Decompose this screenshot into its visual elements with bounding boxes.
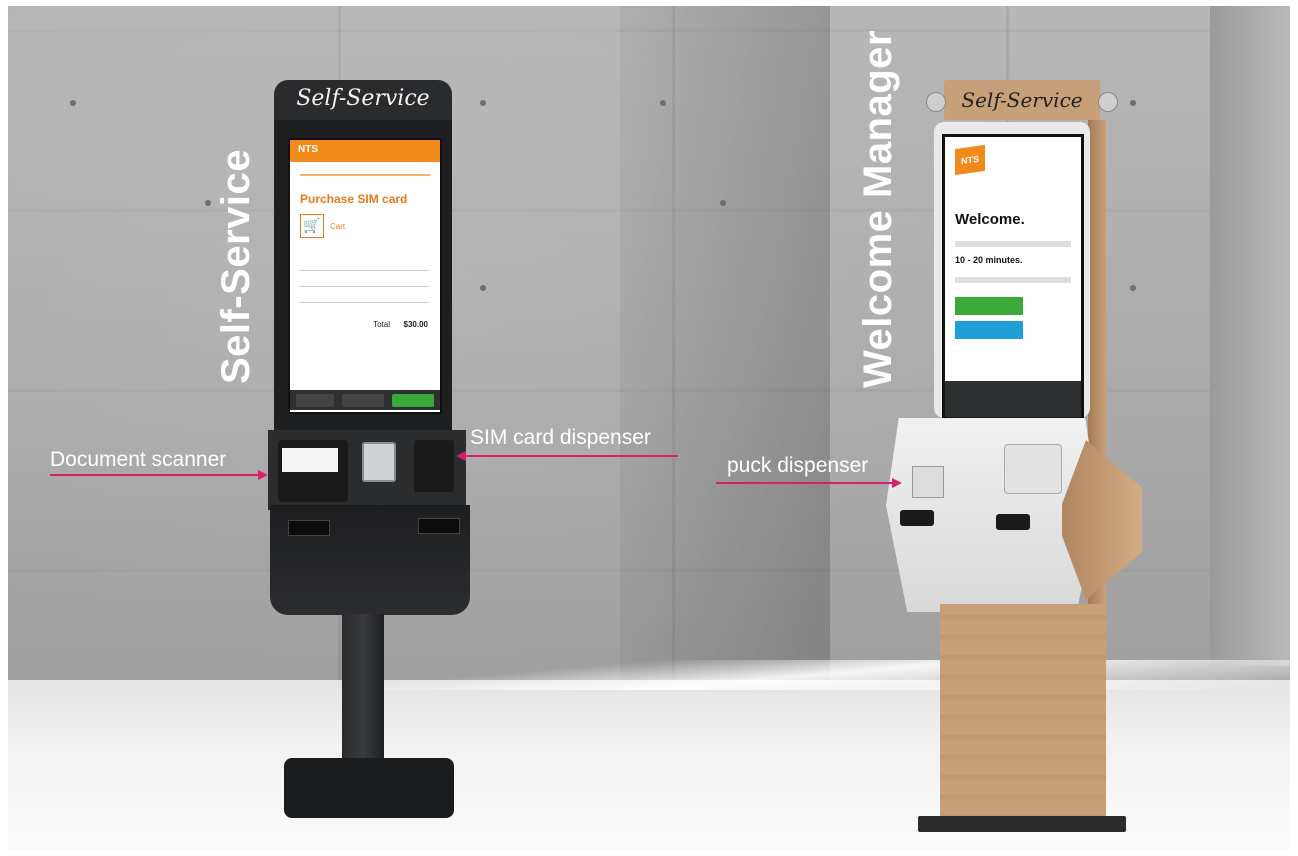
right-kiosk-sign-text: Self-Service xyxy=(961,88,1083,112)
right-kiosk-column xyxy=(940,604,1106,826)
camera-icon xyxy=(1098,92,1118,112)
right-kiosk-sign: Self-Service xyxy=(944,80,1100,120)
receipt-slot xyxy=(288,520,330,536)
welcome-heading: Welcome. xyxy=(955,211,1025,228)
screen-top-bar: NTS xyxy=(290,140,440,162)
screen-footer xyxy=(945,381,1081,417)
left-kiosk-sign: Self-Service xyxy=(296,86,430,111)
wall-tie-hole xyxy=(70,100,76,106)
camera-icon xyxy=(926,92,946,112)
left-kiosk-foot xyxy=(284,758,454,818)
callout-arrow xyxy=(50,474,258,476)
left-kiosk-pole xyxy=(342,614,384,774)
total-label: Total xyxy=(373,320,390,329)
scanner-window xyxy=(282,448,338,472)
callout-arrow xyxy=(466,455,678,457)
self-service-label: Self-Service xyxy=(214,148,258,384)
back-button[interactable] xyxy=(342,394,384,407)
wall-tie-hole xyxy=(660,100,666,106)
welcome-manager-label: Welcome Manager xyxy=(856,30,900,388)
cart-icon: 🛒 xyxy=(300,214,324,238)
screen-brand: NTS xyxy=(298,144,318,155)
wall-tie-hole xyxy=(480,285,486,291)
green-option-button[interactable] xyxy=(955,297,1023,315)
blue-option-button[interactable] xyxy=(955,321,1023,339)
wait-time: 10 - 20 minutes. xyxy=(955,255,1023,265)
small-text-line xyxy=(955,241,1071,247)
wall-tie-hole xyxy=(720,200,726,206)
pin-pad xyxy=(362,442,396,482)
sim-card-dispenser xyxy=(414,440,454,492)
screen-nav-bar xyxy=(290,390,440,410)
puck-slot xyxy=(900,510,934,526)
left-kiosk-screen: NTS Purchase SIM card 🛒 Cart $30.00 Tota… xyxy=(288,138,442,414)
wall-tie-hole xyxy=(205,200,211,206)
divider xyxy=(300,286,430,287)
puck-dispenser xyxy=(912,466,944,498)
next-button[interactable] xyxy=(392,394,434,407)
output-slot xyxy=(996,514,1030,530)
left-kiosk-header: Self-Service xyxy=(274,80,452,122)
right-kiosk-foot xyxy=(918,816,1126,832)
screen-logo: NTS xyxy=(955,144,985,176)
card-slot xyxy=(418,518,460,534)
arrow-head-icon xyxy=(258,470,268,480)
callout-arrow xyxy=(716,482,892,484)
screen-title: Purchase SIM card xyxy=(300,192,408,206)
divider xyxy=(300,270,430,271)
card-reader xyxy=(1004,444,1062,494)
small-text-line xyxy=(955,277,1071,283)
wall-tie-hole xyxy=(480,100,486,106)
arrow-head-icon xyxy=(456,451,466,461)
callout-document-scanner: Document scanner xyxy=(50,448,227,471)
callout-puck-dispenser: puck dispenser xyxy=(727,454,869,477)
callout-sim-card-dispenser: SIM card dispenser xyxy=(470,426,651,449)
cart-label: Cart xyxy=(330,222,346,231)
wall-tie-hole xyxy=(1130,100,1136,106)
wall-corner xyxy=(1210,6,1290,666)
arrow-head-icon xyxy=(892,478,902,488)
cancel-button[interactable] xyxy=(296,394,334,407)
progress-steps xyxy=(300,174,430,176)
wall-pillar-shade xyxy=(620,6,830,706)
total-value: $30.00 xyxy=(403,320,428,329)
divider xyxy=(300,302,430,303)
kiosk-photo: Self-Service Welcome Manager Self-Servic… xyxy=(0,0,1298,856)
right-kiosk-screen: NTS Welcome. 10 - 20 minutes. xyxy=(942,134,1084,420)
wall-tie-hole xyxy=(1130,285,1136,291)
